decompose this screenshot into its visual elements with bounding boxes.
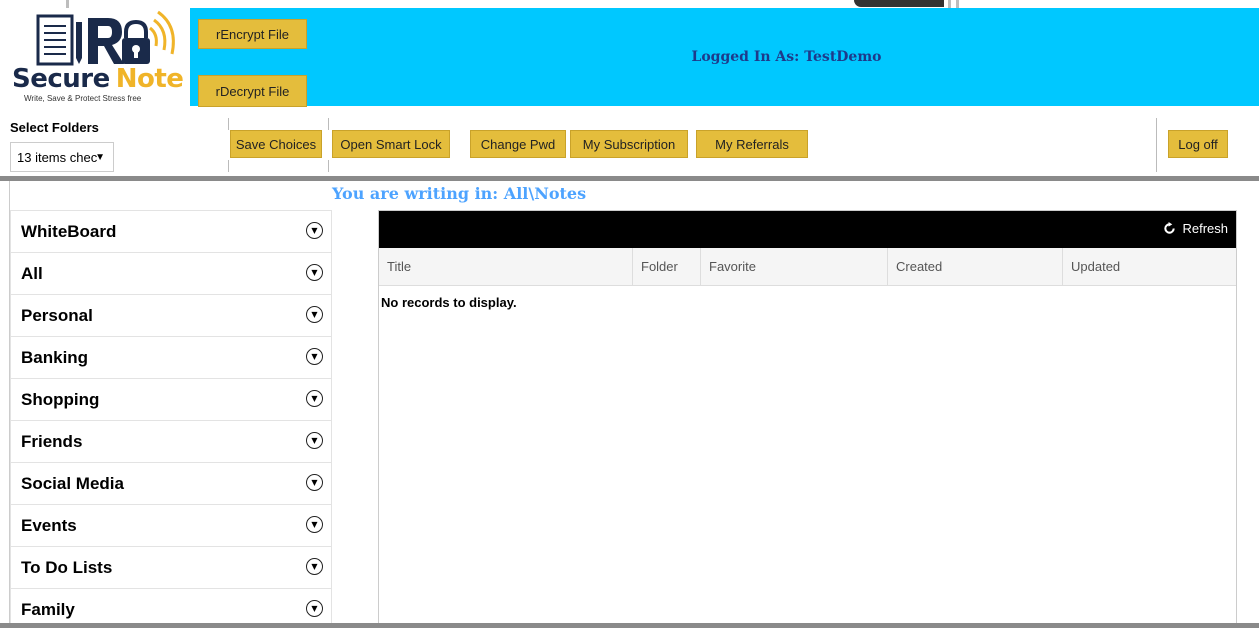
column-folder[interactable]: Folder xyxy=(632,248,700,285)
header-divider xyxy=(0,176,1259,181)
left-edge xyxy=(0,181,10,628)
folder-label: All xyxy=(21,263,43,283)
column-updated[interactable]: Updated xyxy=(1062,248,1238,285)
column-favorite[interactable]: Favorite xyxy=(700,248,887,285)
folder-item[interactable]: All ▼ xyxy=(10,252,332,294)
folder-label: To Do Lists xyxy=(21,557,113,577)
dropdown-arrow-icon: ▼ xyxy=(95,151,105,163)
chevron-down-circle-icon[interactable]: ▼ xyxy=(306,432,323,449)
folder-item[interactable]: Friends ▼ xyxy=(10,420,332,462)
folder-select-value: 13 items chec xyxy=(17,149,98,165)
folder-label: Events xyxy=(21,515,77,535)
folder-label: Family xyxy=(21,599,75,619)
folder-label: Social Media xyxy=(21,473,124,493)
log-off-button[interactable]: Log off xyxy=(1168,130,1228,158)
folder-item[interactable]: Personal ▼ xyxy=(10,294,332,336)
open-smart-lock-button[interactable]: Open Smart Lock xyxy=(332,130,450,158)
grid-toolbar: Refresh xyxy=(379,211,1236,248)
chevron-down-circle-icon[interactable]: ▼ xyxy=(306,348,323,365)
decrypt-file-button[interactable]: rDecrypt File xyxy=(198,75,307,107)
folder-item[interactable]: WhiteBoard ▼ xyxy=(10,210,332,252)
current-location: You are writing in: All\Notes xyxy=(332,184,587,203)
chevron-down-circle-icon[interactable]: ▼ xyxy=(306,306,323,323)
logo-brand-note: Note xyxy=(115,64,184,94)
folder-item[interactable]: Shopping ▼ xyxy=(10,378,332,420)
column-title[interactable]: Title xyxy=(379,248,632,285)
logo: Secure Note Write, Save & Protect Stress … xyxy=(8,8,190,106)
toolbar-separator xyxy=(228,118,229,130)
toolbar-separator xyxy=(228,160,229,172)
save-choices-button[interactable]: Save Choices xyxy=(230,130,322,158)
folder-label: WhiteBoard xyxy=(21,221,117,241)
folder-select[interactable]: 13 items chec ▼ xyxy=(10,142,114,172)
encrypt-file-button[interactable]: rEncrypt File xyxy=(198,19,307,49)
bottom-divider xyxy=(0,623,1259,628)
column-created[interactable]: Created xyxy=(887,248,1062,285)
folder-item[interactable]: Family ▼ xyxy=(10,588,332,628)
chevron-down-circle-icon[interactable]: ▼ xyxy=(306,222,323,239)
top-dark-tab xyxy=(854,0,944,7)
grid-header: Title Folder Favorite Created Updated xyxy=(379,248,1236,286)
toolbar-separator xyxy=(1156,118,1157,172)
folder-item[interactable]: Banking ▼ xyxy=(10,336,332,378)
folder-label: Shopping xyxy=(21,389,100,409)
select-folders-label: Select Folders xyxy=(10,120,99,135)
top-tick xyxy=(66,0,69,8)
header: Secure Note Write, Save & Protect Stress … xyxy=(8,8,1259,107)
my-subscription-button[interactable]: My Subscription xyxy=(570,130,688,158)
top-tick xyxy=(948,0,951,8)
refresh-label: Refresh xyxy=(1182,221,1228,236)
chevron-down-circle-icon[interactable]: ▼ xyxy=(306,474,323,491)
empty-message: No records to display. xyxy=(381,295,517,310)
chevron-down-circle-icon[interactable]: ▼ xyxy=(306,600,323,617)
top-strip xyxy=(0,0,1259,8)
folder-label: Personal xyxy=(21,305,93,325)
chevron-down-circle-icon[interactable]: ▼ xyxy=(306,516,323,533)
logo-tagline: Write, Save & Protect Stress free xyxy=(24,94,142,103)
change-password-button[interactable]: Change Pwd xyxy=(470,130,566,158)
chevron-down-circle-icon[interactable]: ▼ xyxy=(306,390,323,407)
refresh-button[interactable]: Refresh xyxy=(1163,221,1228,236)
logo-brand-secure: Secure xyxy=(12,64,110,94)
file-actions: rEncrypt File rDecrypt File xyxy=(190,8,314,107)
chevron-down-circle-icon[interactable]: ▼ xyxy=(306,264,323,281)
toolbar-separator xyxy=(328,118,329,130)
toolbar-separator xyxy=(328,160,329,172)
folder-label: Friends xyxy=(21,431,83,451)
my-referrals-button[interactable]: My Referrals xyxy=(696,130,808,158)
folder-label: Banking xyxy=(21,347,89,367)
chevron-down-circle-icon[interactable]: ▼ xyxy=(306,558,323,575)
notes-grid: Refresh Title Folder Favorite Created Up… xyxy=(378,210,1237,628)
folder-item[interactable]: Social Media ▼ xyxy=(10,462,332,504)
folder-item[interactable]: To Do Lists ▼ xyxy=(10,546,332,588)
logged-in-status: Logged In As: TestDemo xyxy=(691,49,882,65)
top-tick xyxy=(956,0,959,8)
refresh-icon xyxy=(1164,222,1176,234)
folder-item[interactable]: Events ▼ xyxy=(10,504,332,546)
folder-list: WhiteBoard ▼ All ▼ Personal ▼ Banking ▼ Shopping… xyxy=(10,210,332,628)
banner: Logged In As: TestDemo xyxy=(314,8,1259,106)
toolbar: Select Folders 13 items chec ▼ Save Choi… xyxy=(8,114,1259,176)
